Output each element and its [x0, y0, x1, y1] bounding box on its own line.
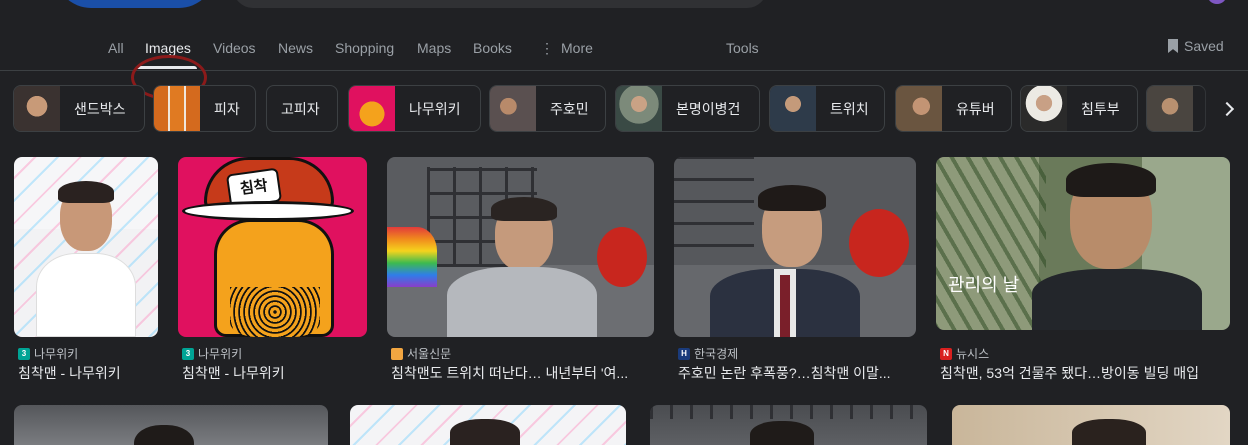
image-result-partial[interactable] — [14, 405, 328, 445]
tools-button[interactable]: Tools — [726, 40, 759, 56]
chip-twitch[interactable]: 트위치 — [769, 85, 885, 132]
result-image[interactable]: 관리의 날 — [936, 157, 1230, 330]
chip-label: 주호민 — [550, 100, 589, 117]
image-result-partial[interactable] — [650, 405, 927, 445]
related-search-chips: 샌드박스 피자 고피자 나무위키 주호민 본명이병건 트위치 유튜버 침투부 — [13, 85, 1248, 133]
source-label: 뉴시스 — [956, 347, 990, 361]
result-source: N 뉴시스 — [940, 345, 989, 362]
chip-thumbnail — [896, 86, 942, 131]
chip-label: 고피자 — [281, 100, 320, 117]
chip-label: 피자 — [214, 100, 240, 117]
newsis-favicon: N — [940, 347, 952, 360]
result-image[interactable] — [674, 157, 916, 337]
seoul-shinmun-favicon — [391, 347, 403, 360]
google-logo[interactable] — [55, 0, 215, 8]
result-title[interactable]: 침착맨, 53억 건물주 됐다…방이동 빌딩 매입 — [940, 363, 1234, 383]
chip-thumbnail — [1021, 86, 1067, 131]
hankyung-favicon: H — [678, 347, 690, 360]
chip-thumbnail — [770, 86, 816, 131]
source-label: 서울신문 — [407, 347, 452, 361]
image-result-partial[interactable] — [952, 405, 1230, 445]
chip-partial[interactable] — [1146, 85, 1206, 132]
account-avatar[interactable] — [1207, 0, 1227, 4]
vertical-dots-icon: ⋮ — [540, 40, 554, 56]
image-result[interactable]: 관리의 날 N 뉴시스 침착맨, 53억 건물주 됐다…방이동 빌딩 매입 — [936, 157, 1230, 381]
chip-label: 나무위키 — [409, 100, 461, 117]
chevron-right-icon — [1219, 101, 1235, 117]
top-bar — [0, 0, 1248, 12]
chip-sandbox[interactable]: 샌드박스 — [13, 85, 145, 132]
chip-thumbnail — [14, 86, 60, 131]
image-result[interactable]: H 한국경제 주호민 논란 후폭풍?…침착맨 이말... — [674, 157, 916, 381]
namuwiki-favicon: 3 — [18, 347, 30, 360]
bookmark-icon — [1168, 39, 1178, 53]
chip-real-name[interactable]: 본명이병건 — [615, 85, 760, 132]
chip-label: 침투부 — [1081, 100, 1120, 117]
chip-label: 트위치 — [830, 100, 869, 117]
search-box[interactable] — [233, 0, 767, 8]
tab-all[interactable]: All — [108, 40, 124, 56]
tab-images[interactable]: Images — [145, 40, 191, 56]
tab-videos[interactable]: Videos — [213, 40, 256, 56]
image-overlay-text: 관리의 날 — [948, 275, 1020, 295]
chip-gopizza[interactable]: 고피자 — [266, 85, 338, 132]
result-image[interactable] — [387, 157, 654, 337]
chip-chimtubu[interactable]: 침투부 — [1020, 85, 1138, 132]
source-label: 한국경제 — [694, 347, 739, 361]
tab-news[interactable]: News — [278, 40, 313, 56]
chip-thumbnail — [616, 86, 662, 131]
result-source: 서울신문 — [391, 345, 451, 362]
image-result[interactable]: 서울신문 침착맨도 트위치 떠난다… 내년부터 '여... — [387, 157, 654, 381]
tab-books[interactable]: Books — [473, 40, 512, 56]
result-title[interactable]: 주호민 논란 후폭풍?…침착맨 이말... — [678, 363, 920, 383]
result-title[interactable]: 침착맨도 트위치 떠난다… 내년부터 '여... — [391, 363, 658, 383]
chip-label: 샌드박스 — [74, 100, 126, 117]
tab-more-label: More — [561, 40, 593, 56]
chip-label: 본명이병건 — [676, 100, 741, 117]
namuwiki-favicon: 3 — [182, 347, 194, 360]
tab-maps[interactable]: Maps — [417, 40, 451, 56]
result-source: 3 나무위키 — [18, 345, 78, 362]
chip-thumbnail — [490, 86, 536, 131]
result-title[interactable]: 침착맨 - 나무위키 — [18, 363, 162, 383]
source-label: 나무위키 — [198, 347, 243, 361]
chip-label: 유튜버 — [956, 100, 995, 117]
chip-namuwiki[interactable]: 나무위키 — [348, 85, 481, 132]
source-label: 나무위키 — [34, 347, 79, 361]
image-result[interactable]: 3 나무위키 침착맨 - 나무위키 — [14, 157, 158, 381]
image-result-partial[interactable] — [350, 405, 626, 445]
result-source: 3 나무위키 — [182, 345, 242, 362]
chips-next-button[interactable] — [1198, 85, 1248, 133]
chip-youtuber[interactable]: 유튜버 — [895, 85, 1012, 132]
chip-pizza[interactable]: 피자 — [153, 85, 256, 132]
image-result[interactable]: 침착 3 나무위키 침착맨 - 나무위키 — [178, 157, 367, 381]
result-image[interactable] — [14, 157, 158, 337]
result-source: H 한국경제 — [678, 345, 738, 362]
result-image[interactable]: 침착 — [178, 157, 367, 337]
result-title[interactable]: 침착맨 - 나무위키 — [182, 363, 371, 383]
tab-more[interactable]: ⋮ More — [540, 40, 593, 57]
search-tabs: All Images Videos News Shopping Maps Boo… — [0, 28, 1248, 100]
tab-shopping[interactable]: Shopping — [335, 40, 394, 56]
saved-button[interactable]: Saved — [1168, 38, 1224, 54]
chip-thumbnail — [154, 86, 200, 131]
chip-thumbnail — [1147, 86, 1193, 131]
chip-thumbnail — [349, 86, 395, 131]
saved-label: Saved — [1184, 38, 1224, 54]
chip-juhomin[interactable]: 주호민 — [489, 85, 606, 132]
